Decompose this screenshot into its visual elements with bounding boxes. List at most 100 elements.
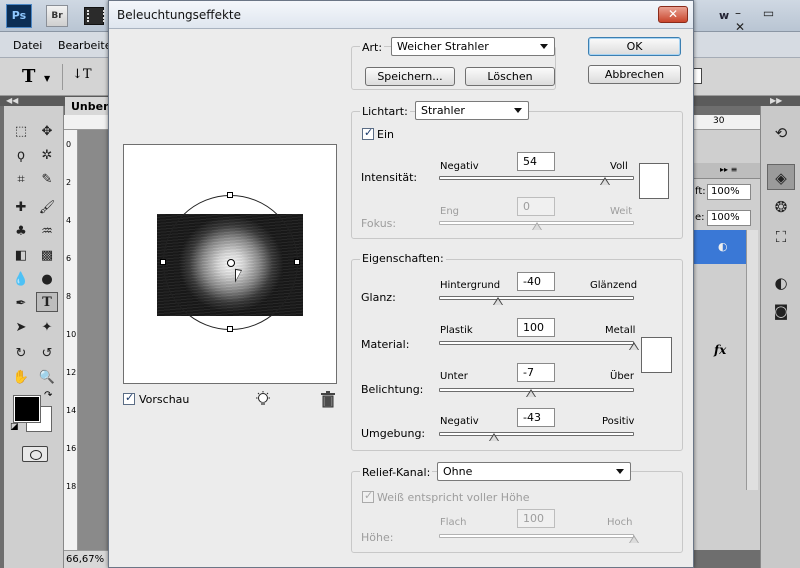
light-on-checkbox[interactable] <box>362 126 374 140</box>
light-center-handle[interactable] <box>227 259 235 267</box>
document-tab[interactable]: Unben <box>65 97 111 115</box>
ambience-slider[interactable] <box>439 430 634 441</box>
light-handle-top[interactable] <box>227 192 233 198</box>
exposure-slider[interactable] <box>439 386 634 397</box>
swap-colors-icon[interactable]: ↷ <box>44 390 52 401</box>
gloss-slider-thumb[interactable] <box>492 297 503 305</box>
new-light-bulb-icon[interactable] <box>254 391 272 409</box>
white-is-high-checkbox[interactable] <box>362 489 374 503</box>
layers-panel-icon[interactable]: ◈ <box>767 164 795 190</box>
focus-input[interactable]: 0 <box>517 197 555 216</box>
masks-panel-icon[interactable]: ◙ <box>767 298 795 324</box>
focus-max-label: Weit <box>610 206 633 217</box>
gradient-tool-icon[interactable]: ▩ <box>36 246 58 266</box>
panel-menu-icon[interactable]: ▸▸ ≡ <box>720 165 737 174</box>
bridge-button[interactable]: Br <box>46 5 68 27</box>
type-tool-icon[interactable]: T <box>36 292 58 312</box>
foreground-color-swatch[interactable] <box>13 395 41 423</box>
height-label: Höhe: <box>361 531 394 544</box>
clone-stamp-tool-icon[interactable]: ♣ <box>10 222 32 242</box>
height-slider-thumb[interactable] <box>629 535 639 543</box>
intensity-input[interactable]: 54 <box>517 152 555 171</box>
default-colors-icon[interactable]: ◪ <box>10 422 19 432</box>
height-slider[interactable] <box>439 532 639 543</box>
gloss-slider[interactable] <box>439 294 634 305</box>
light-color-swatch[interactable] <box>639 163 669 199</box>
window-controls[interactable]: – ▭ ✕ <box>735 6 800 34</box>
text-orientation-icon[interactable]: ↓T <box>72 67 92 82</box>
light-type-dropdown[interactable]: Strahler <box>415 101 529 120</box>
ambient-color-swatch[interactable] <box>641 337 672 373</box>
close-button[interactable]: ✕ <box>658 6 688 23</box>
style-label: Art: <box>360 41 385 54</box>
height-input[interactable]: 100 <box>517 509 555 528</box>
ambience-slider-thumb[interactable] <box>488 433 499 441</box>
magic-wand-tool-icon[interactable]: ✲ <box>36 146 58 166</box>
light-handle-bottom[interactable] <box>227 326 233 332</box>
style-dropdown[interactable]: Weicher Strahler <box>391 37 555 56</box>
ok-button[interactable]: OK <box>588 37 681 56</box>
blur-tool-icon[interactable]: 💧 <box>10 270 32 290</box>
eraser-tool-icon[interactable]: ◧ <box>10 246 32 266</box>
dodge-tool-icon[interactable]: ● <box>36 270 58 290</box>
menu-datei[interactable]: Datei <box>13 39 42 52</box>
channels-panel-icon[interactable]: ❂ <box>767 194 795 220</box>
menu-bearbeiten[interactable]: Bearbeite <box>58 39 111 52</box>
canvas-area[interactable] <box>78 130 110 550</box>
hand-tool-icon[interactable]: ✋ <box>10 368 32 388</box>
text-tool-preset-icon[interactable]: T <box>22 66 35 87</box>
workspace-switcher[interactable]: w <box>719 9 729 22</box>
delete-light-trash-icon[interactable] <box>321 391 335 408</box>
history-panel-icon[interactable]: ⟲ <box>767 120 795 146</box>
brush-tool-icon[interactable]: 🖌 <box>36 198 58 218</box>
exposure-min-label: Unter <box>440 371 468 382</box>
delete-style-button[interactable]: Löschen <box>465 67 555 86</box>
opacity-input[interactable]: 100% <box>707 184 751 200</box>
preview-checkbox[interactable] <box>123 391 135 405</box>
ambience-input[interactable]: -43 <box>517 408 555 427</box>
material-slider-thumb[interactable] <box>629 342 639 350</box>
zoom-status[interactable]: 66,67% <box>64 550 110 568</box>
custom-shape-tool-icon[interactable]: ✦ <box>36 318 58 338</box>
material-slider[interactable] <box>439 339 639 350</box>
history-brush-tool-icon[interactable]: ♒ <box>36 222 58 242</box>
gloss-slider-track <box>439 296 634 300</box>
mini-bridge-icon[interactable] <box>84 7 105 25</box>
zoom-tool-icon[interactable]: 🔍 <box>36 368 58 388</box>
marquee-tool-icon[interactable]: ⬚ <box>10 122 32 142</box>
lasso-tool-icon[interactable]: ϙ <box>10 146 32 166</box>
focus-slider[interactable] <box>439 219 634 230</box>
fill-input[interactable]: 100% <box>707 210 751 226</box>
quick-mask-button[interactable] <box>22 446 48 462</box>
intensity-slider[interactable] <box>439 174 634 185</box>
move-tool-icon[interactable]: ✥ <box>36 122 58 142</box>
light-handle-right[interactable] <box>294 259 300 265</box>
healing-brush-tool-icon[interactable]: ✚ <box>10 198 32 218</box>
exposure-slider-thumb[interactable] <box>525 389 536 397</box>
preset-dropdown-arrow-icon[interactable]: ▼ <box>44 74 50 83</box>
save-style-button[interactable]: Speichern... <box>365 67 455 86</box>
eyedropper-tool-icon[interactable]: ✎ <box>36 170 58 190</box>
fx-icon[interactable]: fx <box>714 343 726 357</box>
texture-channel-dropdown[interactable]: Ohne <box>437 462 631 481</box>
light-handle-left[interactable] <box>160 259 166 265</box>
layers-scrollbar[interactable] <box>746 230 758 490</box>
focus-slider-thumb[interactable] <box>531 222 542 230</box>
material-input[interactable]: 100 <box>517 318 555 337</box>
gloss-input[interactable]: -40 <box>517 272 555 291</box>
expand-panels-icon[interactable]: ▶▶ <box>770 96 782 106</box>
intensity-slider-thumb[interactable] <box>599 177 610 185</box>
opacity-label: ft: <box>695 186 706 197</box>
exposure-input[interactable]: -7 <box>517 363 555 382</box>
3d-rotate-tool-icon[interactable]: ↻ <box>10 344 32 364</box>
cancel-button[interactable]: Abbrechen <box>588 65 681 84</box>
path-selection-tool-icon[interactable]: ➤ <box>10 318 32 338</box>
pen-tool-icon[interactable]: ✒ <box>10 294 32 314</box>
selected-layer-row[interactable]: ◐ <box>694 230 746 264</box>
adjustments-panel-icon[interactable]: ◐ <box>767 270 795 296</box>
transform-panel-icon[interactable]: ⛶ <box>767 224 795 250</box>
crop-tool-icon[interactable]: ⌗ <box>10 170 32 190</box>
preview-area[interactable] <box>123 144 337 384</box>
collapse-toolbox-icon[interactable]: ◀◀ <box>6 96 18 106</box>
3d-orbit-tool-icon[interactable]: ↺ <box>36 344 58 364</box>
